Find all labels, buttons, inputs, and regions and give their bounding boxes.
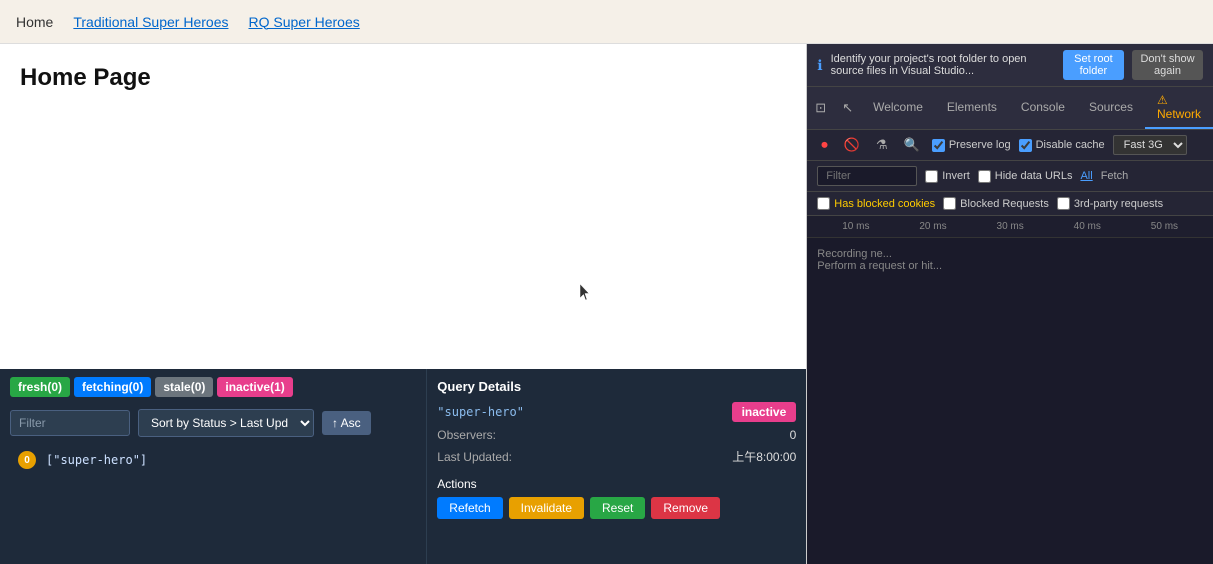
invert-checkbox[interactable] xyxy=(925,170,938,183)
dont-show-button[interactable]: Don't show again xyxy=(1132,50,1203,80)
badge-fetching[interactable]: fetching(0) xyxy=(74,377,151,397)
top-nav: Home Traditional Super Heroes RQ Super H… xyxy=(0,0,1213,44)
content-pane: Home Page fresh(0) fetching(0) stale(0) … xyxy=(0,44,807,564)
disable-cache-label[interactable]: Disable cache xyxy=(1019,139,1105,152)
devtools-info-bar: ℹ Identify your project's root folder to… xyxy=(807,44,1213,87)
clear-button[interactable]: 🚫 xyxy=(840,135,864,155)
inactive-status-badge: inactive xyxy=(732,402,797,422)
info-text: Identify your project's root folder to o… xyxy=(831,53,1055,77)
tick-30ms: 30 ms xyxy=(972,221,1049,232)
filter-row: Invert Hide data URLs All Fetch xyxy=(807,161,1213,192)
recording-text: Recording ne... xyxy=(817,248,1203,260)
query-details-title: Query Details xyxy=(437,379,796,394)
tab-welcome[interactable]: Welcome xyxy=(861,94,935,122)
query-key-row: "super-hero" inactive xyxy=(437,402,796,422)
tab-console[interactable]: Console xyxy=(1009,94,1077,122)
tick-40ms: 40 ms xyxy=(1049,221,1126,232)
observers-value: 0 xyxy=(790,428,797,442)
has-blocked-cookies-label[interactable]: Has blocked cookies xyxy=(817,197,935,210)
fetch-filter[interactable]: Fetch xyxy=(1101,170,1129,182)
blocked-requests-label[interactable]: Blocked Requests xyxy=(943,197,1049,210)
badge-inactive[interactable]: inactive(1) xyxy=(217,377,292,397)
tab-sources[interactable]: Sources xyxy=(1077,94,1145,122)
tab-network[interactable]: ⚠ Network xyxy=(1145,87,1213,129)
last-updated-label: Last Updated: xyxy=(437,450,512,464)
bottom-panel: fresh(0) fetching(0) stale(0) inactive(1… xyxy=(0,369,806,564)
devtools-toolbar: ⏺ 🚫 ⚗ 🔍 Preserve log Disable cache Fast … xyxy=(807,130,1213,161)
throttle-select[interactable]: Fast 3G xyxy=(1113,135,1187,155)
query-controls: Sort by Status > Last Upd ↑ Asc xyxy=(0,405,426,445)
devtools-panel: ℹ Identify your project's root folder to… xyxy=(807,44,1213,564)
query-key: ["super-hero"] xyxy=(46,453,147,467)
tick-50ms: 50 ms xyxy=(1126,221,1203,232)
hide-data-urls-label[interactable]: Hide data URLs xyxy=(978,170,1073,183)
action-buttons: Refetch Invalidate Reset Remove xyxy=(437,497,796,519)
mouse-cursor xyxy=(580,284,592,302)
devtools-tabs: ⊡ ↖ Welcome Elements Console Sources ⚠ N… xyxy=(807,87,1213,130)
status-bar: fresh(0) fetching(0) stale(0) inactive(1… xyxy=(0,369,426,405)
set-root-button[interactable]: Set root folder xyxy=(1063,50,1124,80)
query-number: 0 xyxy=(18,451,36,469)
timeline-header: 10 ms 20 ms 30 ms 40 ms 50 ms xyxy=(807,216,1213,238)
query-panel: fresh(0) fetching(0) stale(0) inactive(1… xyxy=(0,369,426,564)
nav-traditional[interactable]: Traditional Super Heroes xyxy=(73,14,228,30)
main-area: Home Page fresh(0) fetching(0) stale(0) … xyxy=(0,44,1213,564)
tab-elements[interactable]: Elements xyxy=(935,94,1009,122)
nav-rq[interactable]: RQ Super Heroes xyxy=(248,14,359,30)
actions-section: Actions Refetch Invalidate Reset Remove xyxy=(437,477,796,519)
all-filter[interactable]: All xyxy=(1080,170,1092,182)
observers-label: Observers: xyxy=(437,428,496,442)
actions-label: Actions xyxy=(437,477,796,491)
query-list: 0 ["super-hero"] xyxy=(0,445,426,475)
recording-area: Recording ne... Perform a request or hit… xyxy=(807,238,1213,282)
preserve-log-checkbox[interactable] xyxy=(932,139,945,152)
filter-input[interactable] xyxy=(10,410,130,436)
info-icon: ℹ xyxy=(817,57,822,74)
query-row[interactable]: 0 ["super-hero"] xyxy=(10,445,416,475)
refetch-button[interactable]: Refetch xyxy=(437,497,502,519)
device-toolbar-icon[interactable]: ⊡ xyxy=(807,94,834,122)
nav-home[interactable]: Home xyxy=(16,14,53,30)
has-blocked-cookies-checkbox[interactable] xyxy=(817,197,830,210)
disable-cache-checkbox[interactable] xyxy=(1019,139,1032,152)
preserve-log-label[interactable]: Preserve log xyxy=(932,139,1011,152)
third-party-label[interactable]: 3rd-party requests xyxy=(1057,197,1163,210)
sort-select[interactable]: Sort by Status > Last Upd xyxy=(138,409,314,437)
query-details-panel: Query Details "super-hero" inactive Obse… xyxy=(426,369,806,564)
last-updated-value: 上午8:00:00 xyxy=(732,448,796,465)
badge-fresh[interactable]: fresh(0) xyxy=(10,377,70,397)
tick-10ms: 10 ms xyxy=(817,221,894,232)
network-filter-input[interactable] xyxy=(817,166,917,186)
tick-20ms: 20 ms xyxy=(894,221,971,232)
reset-button[interactable]: Reset xyxy=(590,497,645,519)
blocked-requests-checkbox[interactable] xyxy=(943,197,956,210)
asc-button[interactable]: ↑ Asc xyxy=(322,411,371,435)
third-party-checkbox[interactable] xyxy=(1057,197,1070,210)
invalidate-button[interactable]: Invalidate xyxy=(509,497,584,519)
record-button[interactable]: ⏺ xyxy=(817,135,832,155)
observers-row: Observers: 0 xyxy=(437,428,796,442)
page-title: Home Page xyxy=(20,64,786,92)
last-updated-row: Last Updated: 上午8:00:00 xyxy=(437,448,796,465)
query-detail-key: "super-hero" xyxy=(437,405,524,419)
hide-data-urls-checkbox[interactable] xyxy=(978,170,991,183)
remove-button[interactable]: Remove xyxy=(651,497,720,519)
recording-sub: Perform a request or hit... xyxy=(817,260,1203,272)
badge-stale[interactable]: stale(0) xyxy=(155,377,213,397)
timeline-area: Recording ne... Perform a request or hit… xyxy=(807,238,1213,564)
page-content: Home Page xyxy=(0,44,806,369)
invert-label[interactable]: Invert xyxy=(925,170,970,183)
filter-toggle-button[interactable]: ⚗ xyxy=(872,135,892,155)
inspect-icon[interactable]: ↖ xyxy=(834,94,861,122)
cookies-filter-row: Has blocked cookies Blocked Requests 3rd… xyxy=(807,192,1213,216)
search-button[interactable]: 🔍 xyxy=(900,135,924,155)
